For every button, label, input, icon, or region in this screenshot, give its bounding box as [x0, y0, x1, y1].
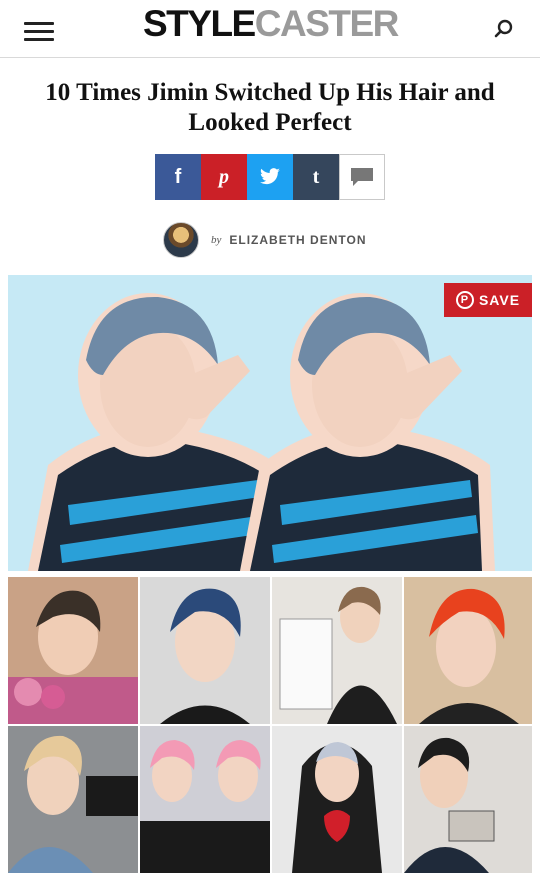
tumblr-icon: t	[312, 165, 320, 188]
author-avatar[interactable]	[163, 222, 199, 258]
pinterest-share-button[interactable]: p	[201, 154, 247, 200]
comment-icon	[351, 168, 373, 186]
photo-tile[interactable]	[8, 726, 138, 873]
comment-button[interactable]	[339, 154, 385, 200]
twitter-bird-icon	[260, 168, 280, 185]
pinterest-icon: P	[455, 291, 474, 309]
hero-figure-left	[28, 293, 283, 571]
hero-illustration	[28, 293, 495, 571]
site-header: STYLECASTER	[0, 0, 540, 58]
hero-image[interactable]: P SAVE	[8, 275, 532, 571]
photo-tile[interactable]	[404, 726, 532, 873]
author-name[interactable]: ELIZABETH DENTON	[229, 233, 366, 247]
logo-caster-text: CASTER	[254, 3, 400, 44]
photo-tile[interactable]	[140, 726, 270, 873]
photo-tile[interactable]	[272, 726, 402, 873]
search-icon[interactable]	[492, 17, 516, 41]
hero-figure-right	[240, 293, 495, 571]
article-title: 10 Times Jimin Switched Up His Hair and …	[45, 79, 495, 136]
tumblr-share-button[interactable]: t	[293, 154, 339, 200]
photo-tile[interactable]	[8, 577, 138, 724]
site-logo[interactable]: STYLECASTER	[143, 3, 400, 44]
pinterest-save-button[interactable]: P SAVE	[444, 283, 532, 317]
photo-tile[interactable]	[404, 577, 532, 724]
hamburger-menu-icon[interactable]	[24, 22, 54, 42]
facebook-icon: f	[174, 165, 182, 188]
photo-tile[interactable]	[140, 577, 270, 724]
pinterest-icon: p	[219, 165, 229, 188]
save-label: SAVE	[478, 292, 521, 308]
photo-tile[interactable]	[272, 577, 402, 724]
facebook-share-button[interactable]: f	[155, 154, 201, 200]
twitter-share-button[interactable]	[247, 154, 293, 200]
photo-grid	[8, 577, 532, 873]
share-bar: f p t	[155, 154, 385, 200]
byline-prefix: by	[211, 234, 222, 246]
logo-style-text: STYLE	[143, 3, 256, 44]
byline: by ELIZABETH DENTON	[163, 222, 367, 258]
